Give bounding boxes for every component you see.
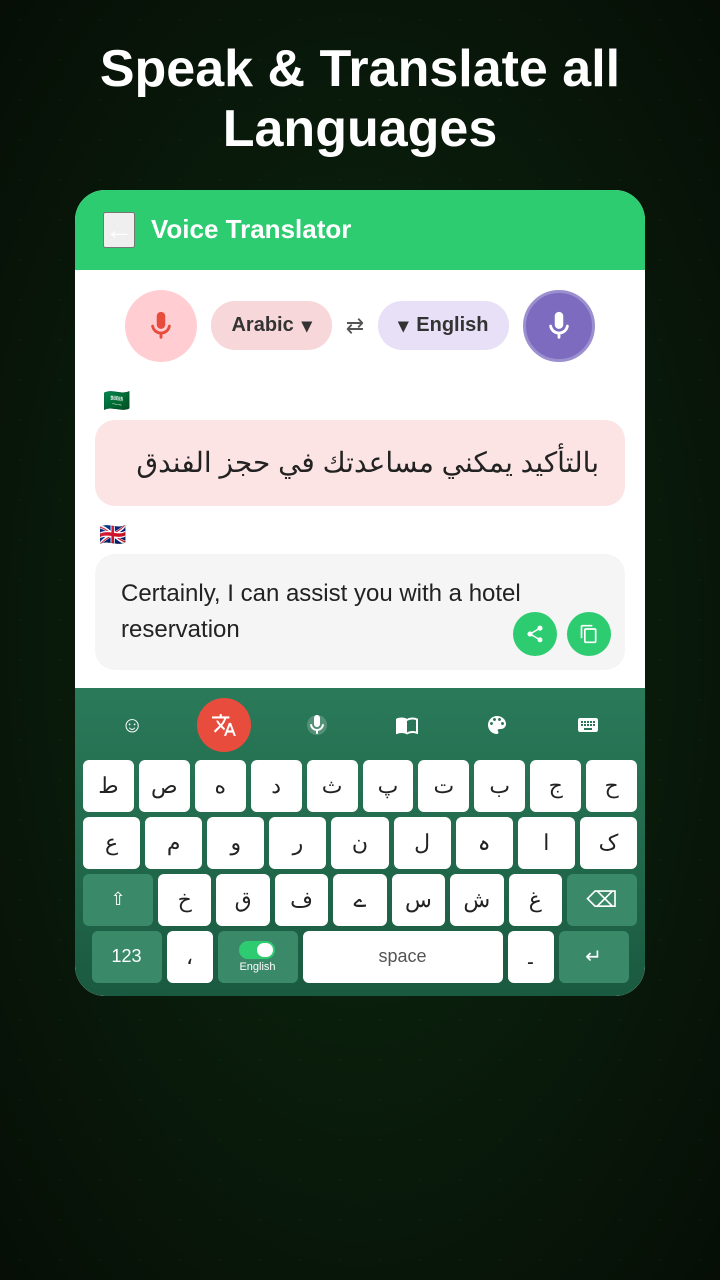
key-jeem[interactable]: ج xyxy=(530,760,581,812)
source-language-button[interactable]: Arabic ▾ xyxy=(211,301,331,350)
key-seen[interactable]: س xyxy=(392,874,445,926)
keyboard-toolbar: ☺ xyxy=(83,698,637,752)
key-tha[interactable]: ث xyxy=(307,760,358,812)
keyboard-row-4: 123 ، English space ۔ ↵ xyxy=(83,931,637,983)
source-dropdown-icon: ▾ xyxy=(302,313,312,338)
key-ta[interactable]: ط xyxy=(83,760,134,812)
language-switch-button[interactable]: English xyxy=(218,931,298,983)
arabic-text: بالتأكيد يمكني مساعدتك في حجز الفندق xyxy=(136,447,599,478)
dictionary-button[interactable] xyxy=(382,700,432,750)
key-ain[interactable]: ع xyxy=(83,817,140,869)
key-kha[interactable]: خ xyxy=(158,874,211,926)
key-kaf[interactable]: ک xyxy=(580,817,637,869)
key-ta2[interactable]: ت xyxy=(418,760,469,812)
comma-key[interactable]: ، xyxy=(167,931,213,983)
key-ghain[interactable]: غ xyxy=(509,874,562,926)
swap-languages-button[interactable]: ⇄ xyxy=(346,313,364,339)
chat-area: 🇸🇦 بالتأكيد يمكني مساعدتك في حجز الفندق … xyxy=(75,378,645,688)
arabic-flag: 🇸🇦 xyxy=(99,388,135,414)
emoji-button[interactable]: ☺ xyxy=(107,700,157,750)
key-ha[interactable]: ه xyxy=(195,760,246,812)
target-dropdown-icon: ▾ xyxy=(398,313,408,338)
bubble-actions xyxy=(513,612,611,656)
key-sad[interactable]: ص xyxy=(139,760,190,812)
key-dal[interactable]: د xyxy=(251,760,302,812)
target-lang-label: English xyxy=(416,314,488,337)
header-bar: ← Voice Translator xyxy=(75,190,645,270)
english-text: Certainly, I can assist you with a hotel… xyxy=(121,580,521,643)
key-noon[interactable]: ن xyxy=(331,817,388,869)
shift-button[interactable]: ⇧ xyxy=(83,874,153,926)
hero-title: Speak & Translate all Languages xyxy=(0,40,720,160)
translate-button[interactable] xyxy=(197,698,251,752)
keyboard-mic-button[interactable] xyxy=(292,700,342,750)
key-qaf[interactable]: ق xyxy=(216,874,269,926)
language-selector-row: Arabic ▾ ⇄ ▾ English xyxy=(75,270,645,378)
keyboard: ☺ xyxy=(75,688,645,996)
key-ra[interactable]: ر xyxy=(269,817,326,869)
space-key[interactable]: space xyxy=(303,931,503,983)
key-ye[interactable]: ے xyxy=(333,874,386,926)
lang-switch-label: English xyxy=(239,961,275,973)
keyboard-row-2: ع م و ر ن ل ہ ا ک xyxy=(83,817,637,869)
share-button[interactable] xyxy=(513,612,557,656)
dot-key[interactable]: ۔ xyxy=(508,931,554,983)
source-lang-label: Arabic xyxy=(231,314,293,337)
arabic-bubble: بالتأكيد يمكني مساعدتك في حجز الفندق xyxy=(95,420,625,506)
english-flag: 🇬🇧 xyxy=(99,522,625,548)
keyboard-layout-button[interactable] xyxy=(563,700,613,750)
key-fa[interactable]: ف xyxy=(275,874,328,926)
english-bubble: Certainly, I can assist you with a hotel… xyxy=(95,554,625,670)
enter-key[interactable]: ↵ xyxy=(559,931,629,983)
back-button[interactable]: ← xyxy=(103,212,135,248)
palette-button[interactable] xyxy=(472,700,522,750)
key-haa[interactable]: ح xyxy=(586,760,637,812)
numbers-button[interactable]: 123 xyxy=(92,931,162,983)
right-mic-button[interactable] xyxy=(523,290,595,362)
key-heh[interactable]: ہ xyxy=(456,817,513,869)
app-card: ← Voice Translator Arabic ▾ ⇄ ▾ English xyxy=(75,190,645,996)
key-ba[interactable]: ب xyxy=(474,760,525,812)
key-meem[interactable]: م xyxy=(145,817,202,869)
key-pa[interactable]: پ xyxy=(363,760,414,812)
key-lam[interactable]: ل xyxy=(394,817,451,869)
key-sheen[interactable]: ش xyxy=(450,874,503,926)
target-language-button[interactable]: ▾ English xyxy=(378,301,508,350)
backspace-button[interactable]: ⌫ xyxy=(567,874,637,926)
keyboard-row-1: ط ص ه د ث پ ت ب ج ح xyxy=(83,760,637,812)
left-mic-button[interactable] xyxy=(125,290,197,362)
copy-button[interactable] xyxy=(567,612,611,656)
key-waw[interactable]: و xyxy=(207,817,264,869)
keyboard-row-3: ⇧ خ ق ف ے س ش غ ⌫ xyxy=(83,874,637,926)
key-alef[interactable]: ا xyxy=(518,817,575,869)
header-title: Voice Translator xyxy=(151,214,351,245)
